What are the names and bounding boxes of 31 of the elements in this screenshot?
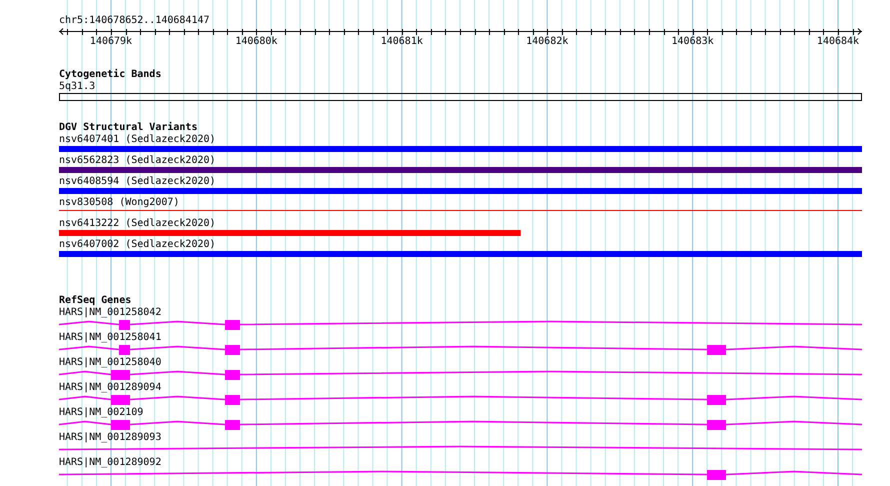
gene-model-drawing[interactable] [59, 395, 862, 405]
feature-label: nsv6408594 (Sedlazeck2020) [59, 176, 217, 188]
gene-model-drawing[interactable] [59, 470, 862, 480]
feature-label: HARS|NM_001258041 [59, 332, 162, 344]
feature-label: nsv6413222 (Sedlazeck2020) [59, 218, 217, 230]
track-title: DGV Structural Variants [59, 122, 198, 134]
feature-label: HARS|NM_001289092 [59, 457, 162, 469]
gene-model-drawing[interactable] [59, 446, 862, 450]
gene-model-drawing[interactable] [59, 320, 862, 330]
location-label: chr5:140678652..140684147 [59, 15, 211, 27]
tick-label: 140683k [672, 36, 714, 47]
feature-label: HARS|NM_001289094 [59, 382, 162, 394]
track-title: Cytogenetic Bands [59, 69, 162, 81]
gene-model-drawing[interactable] [59, 370, 862, 380]
feature-label: nsv6562823 (Sedlazeck2020) [59, 155, 217, 167]
feature-label: nsv830508 (Wong2007) [59, 197, 180, 209]
gene-model-drawing[interactable] [59, 420, 862, 430]
feature-label: nsv6407401 (Sedlazeck2020) [59, 134, 217, 146]
tick-label: 140681k [380, 36, 423, 47]
tick-label: 140682k [526, 36, 568, 47]
track-title: RefSeq Genes [59, 295, 132, 307]
feature-label: HARS|NM_001289093 [59, 432, 162, 444]
feature-label: HARS|NM_001258042 [59, 307, 162, 319]
tick-label: 140679k [90, 36, 132, 47]
feature-label: HARS|NM_001258040 [59, 357, 162, 369]
feature-label: nsv6407002 (Sedlazeck2020) [59, 239, 217, 251]
tick-label: 140684k [816, 36, 860, 47]
gene-model-drawing[interactable] [59, 345, 862, 355]
tick-label: 140680k [235, 36, 278, 47]
feature-label: 5q31.3 [59, 81, 96, 93]
feature-label: HARS|NM_002109 [59, 407, 144, 419]
